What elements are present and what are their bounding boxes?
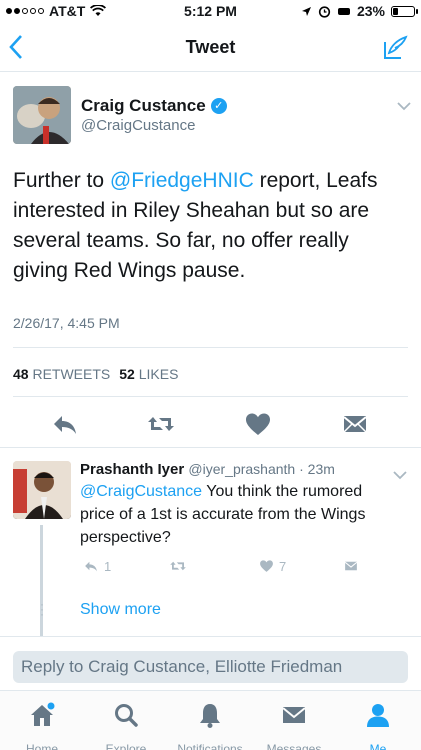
reply-text-line: price of a 1st is accurate from the Wing… [80,506,366,523]
tweet-timestamp: 2/26/17, 4:45 PM [13,315,120,331]
reply-count: 1 [104,558,112,574]
tweet-text-line: Further to [13,169,105,192]
tab-label: Explore [105,742,147,750]
mention-link[interactable]: @CraigCustance [80,483,202,500]
tab-label: Me [369,742,387,750]
page-title: Tweet [185,37,236,57]
author-handle: @CraigCustance [81,117,196,134]
nav-bar: Tweet [0,22,421,72]
reply-icon[interactable] [50,409,80,439]
reply-author[interactable]: Prashanth Iyer @iyer_prashanth · 23m [80,461,335,478]
tweet-stats: 48 RETWEETS 52 LIKES [13,366,178,382]
home-icon [31,702,55,726]
tab-me[interactable]: Me [336,701,420,750]
tab-notifications[interactable]: Notifications [168,701,252,750]
tab-bar: Home Explore Notifications Messages Me [0,690,421,750]
reply-dm-button[interactable] [342,555,360,577]
author-name[interactable]: Craig Custance ✓ [81,96,227,116]
divider [13,396,408,397]
more-replies-dots-icon: · · · [40,597,44,621]
retweet-icon[interactable] [146,409,176,439]
tab-explore[interactable]: Explore [84,701,168,750]
retweet-icon [170,561,186,571]
tweet-text-line: several teams. So far, no offer really [13,229,349,252]
search-icon [115,704,138,727]
location-arrow-icon [301,6,311,16]
like-count: 7 [279,558,287,574]
tweet-text: Further to @FriedgeHNIC report, Leafs in… [13,166,409,286]
tweet-options-chevron-down-icon[interactable] [397,98,411,114]
reply-retweet-button[interactable] [168,555,188,577]
divider [13,347,408,348]
author-name-text: Craig Custance [81,96,206,115]
reply-handle-time: @iyer_prashanth · 23m [188,461,335,477]
reply-like-button[interactable]: 7 [258,555,286,577]
likes-stat[interactable]: 52 LIKES [119,366,178,382]
retweets-label: RETWEETS [32,366,111,382]
mention-link[interactable]: @FriedgeHNIC [110,169,254,192]
alarm-icon [318,5,331,18]
reply-reply-button[interactable]: 1 [82,555,111,577]
status-bar: AT&T 5:12 PM 23% [0,0,421,22]
like-heart-icon[interactable] [243,409,273,439]
reply-text-line: You think the rumored [202,483,363,500]
envelope-icon [282,707,306,723]
compose-tweet-icon[interactable] [383,34,409,60]
reply-icon [85,561,97,572]
car-play-icon [337,7,350,15]
like-heart-icon [260,560,273,572]
bell-icon [200,704,220,728]
likes-count: 52 [119,366,135,382]
person-icon [367,704,389,727]
tab-messages[interactable]: Messages [252,701,336,750]
battery-icon [391,5,418,17]
tab-label: Notifications [177,742,243,750]
reply-author-name: Prashanth Iyer [80,461,185,478]
verified-badge-icon: ✓ [210,98,227,114]
reply-tweet[interactable]: Prashanth Iyer @iyer_prashanth · 23m @Cr… [0,447,421,637]
show-more-link[interactable]: Show more [80,601,161,619]
tweet-text-line: giving Red Wings pause. [13,259,246,282]
battery-percent: 23% [356,3,385,19]
tab-label: Messages [266,742,322,750]
retweets-count: 48 [13,366,29,382]
tweet-text-line: interested in Riley Sheahan but so are [13,199,370,222]
tab-home[interactable]: Home [0,701,84,750]
tweet-text-line: report, Leafs [253,169,378,192]
reply-text: @CraigCustance You think the rumored pri… [80,480,400,549]
reply-actions: 1 7 [0,555,421,577]
likes-label: LIKES [138,366,179,382]
avatar[interactable] [13,86,71,144]
tweet-actions [0,409,421,439]
reply-text-line: perspective? [80,529,171,546]
tab-label: Home [25,742,58,750]
direct-message-envelope-icon [344,561,358,571]
avatar[interactable] [13,461,71,519]
tweet-author[interactable]: Craig Custance ✓ @CraigCustance [13,86,413,146]
direct-message-envelope-icon[interactable] [340,409,370,439]
retweets-stat[interactable]: 48 RETWEETS [13,366,110,382]
divider [0,636,421,637]
reply-input[interactable]: Reply to Craig Custance, Elliotte Friedm… [13,651,408,683]
